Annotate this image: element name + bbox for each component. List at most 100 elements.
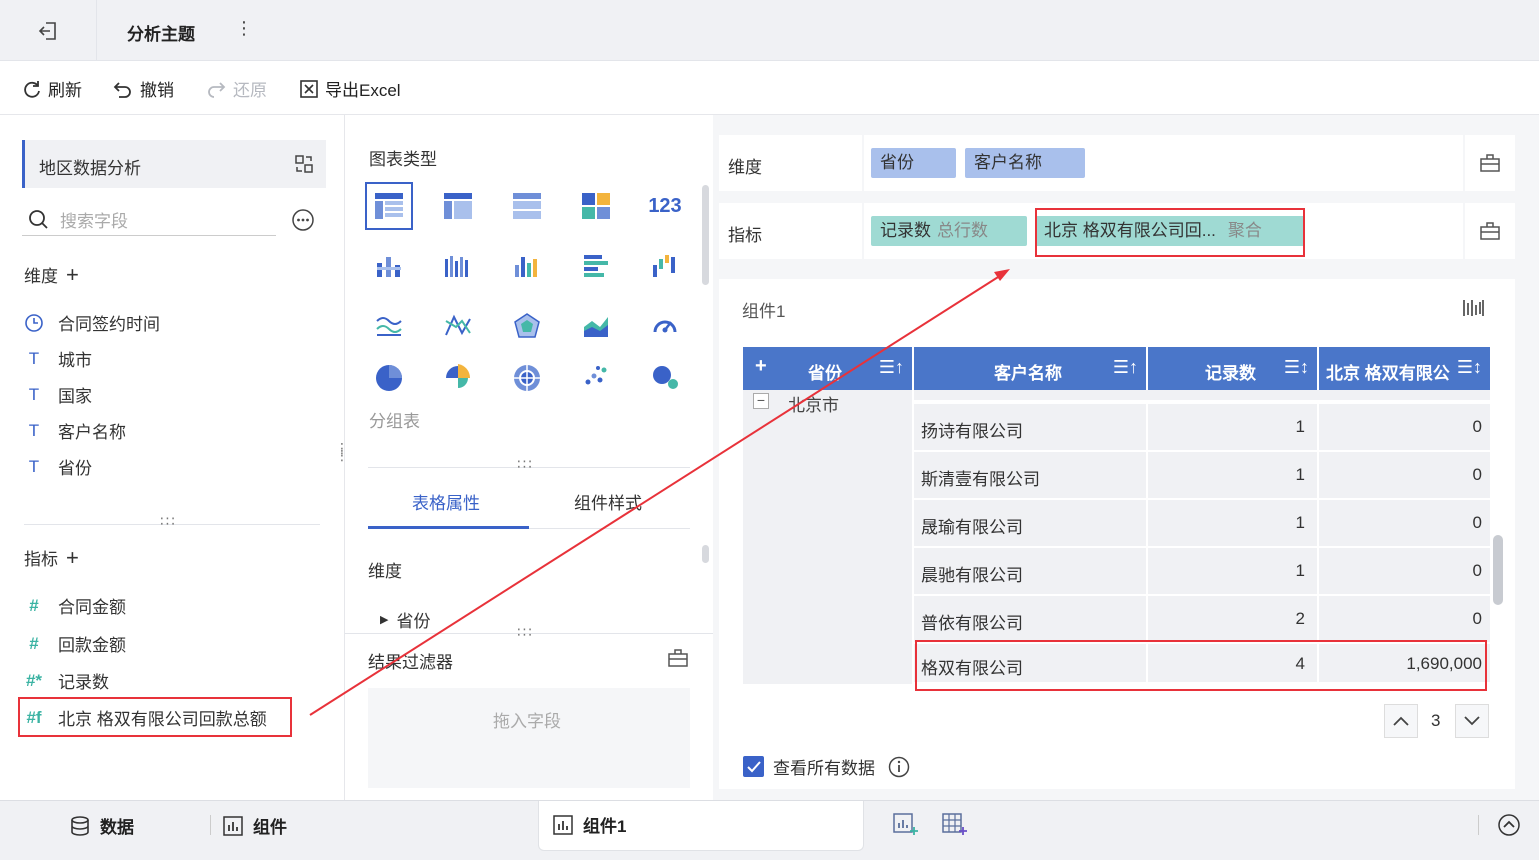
bubble-chart-icon[interactable] [641,362,689,392]
chart-switch-icon[interactable] [1462,298,1484,318]
table-scrollbar[interactable] [1493,535,1503,605]
column-header-record-count[interactable]: 记录数 ☰↕ [1148,347,1317,390]
scatter-chart-icon[interactable] [572,362,620,392]
field-customer-name[interactable]: T 客户名称 [24,418,126,443]
column-header-customer[interactable]: 客户名称 ☰↑ [914,347,1146,390]
collapse-icon[interactable]: − [753,393,769,409]
view-all-data-checkbox[interactable]: 查看所有数据 [743,754,910,779]
column-chart-icon[interactable] [503,242,551,290]
sunburst-chart-icon[interactable] [503,362,551,392]
data-tab[interactable]: 数据 [70,813,134,838]
table-cell: 1 [1148,500,1317,548]
drag-handle-icon[interactable]: ∶∶∶ [517,456,534,473]
more-icon[interactable]: ⋮ [235,18,253,39]
field-city[interactable]: T 城市 [24,346,92,371]
field-label: 省份 [58,459,92,478]
page-up-button[interactable] [1384,704,1418,738]
sort-icon[interactable]: ☰↕ [1284,357,1309,378]
detail-table-chart-icon[interactable] [503,182,551,230]
expand-all-icon[interactable]: + [755,355,767,378]
back-button[interactable] [0,0,97,61]
filter-settings-icon[interactable] [667,648,689,668]
properties-dimension-item[interactable]: ▶ 省份 [380,607,430,632]
gauge-chart-icon[interactable] [641,302,689,350]
chart-area: 维度 省份 客户名称 指标 记录数 总行数 北京 格双有限公司回... 聚合 组件1… [713,115,1539,800]
add-table-icon[interactable] [942,812,968,836]
add-dimension-icon[interactable]: + [66,263,79,285]
multi-column-chart-icon[interactable] [434,242,482,290]
dimension-chip-customer[interactable]: 客户名称 [965,148,1085,178]
field-contract-date[interactable]: 合同签约时间 [24,310,160,335]
number-chart-icon[interactable]: 123 [641,182,689,230]
info-icon[interactable] [888,756,910,778]
polyline-chart-icon[interactable] [434,302,482,350]
cross-table-chart-icon[interactable] [434,182,482,230]
column-header-beijing-payment[interactable]: 北京 格双有限公 ☰↕ [1319,347,1490,390]
column-header-province[interactable]: + 省份 ☰↑ [743,347,912,390]
export-label: 导出Excel [325,81,401,100]
chart-type-scrollbar[interactable] [702,185,709,285]
table-cell: 0 [1319,452,1490,500]
metric-header: 指标 + [24,545,79,570]
collapse-panel-icon[interactable] [1497,813,1521,837]
refresh-button[interactable]: 刷新 [20,76,82,101]
settings-box-icon [1480,154,1500,172]
drop-hint: 拖入字段 [493,712,561,731]
metric-chip-record-count[interactable]: 记录数 总行数 [871,216,1027,246]
field-province[interactable]: T 省份 [24,454,92,479]
header-label: 记录数 [1205,364,1256,383]
active-tab-indicator [368,526,529,529]
undo-button[interactable]: 撤销 [112,76,174,101]
metric-settings-button[interactable] [1463,203,1515,259]
field-record-count[interactable]: #* 记录数 [24,668,109,693]
pie-chart-icon[interactable] [365,362,413,392]
switch-dataset-icon[interactable] [294,154,314,174]
properties-scrollbar[interactable] [702,545,709,563]
drag-handle-icon[interactable]: ∶∶∶ [517,624,534,641]
filter-drop-zone[interactable]: 拖入字段 [368,688,690,788]
dimension-chip-province[interactable]: 省份 [871,148,956,178]
text-type-icon: T [28,348,40,368]
group-label: 北京市 [788,396,839,415]
rose-chart-icon[interactable] [434,362,482,392]
more-options-icon[interactable] [291,208,315,232]
stacked-column-chart-icon[interactable] [365,242,413,290]
field-country[interactable]: T 国家 [24,382,92,407]
number-type-icon: # [29,595,39,615]
kpi-card-chart-icon[interactable] [572,182,620,230]
line-chart-icon[interactable] [365,302,413,350]
component-tab-label: 组件 [253,818,287,837]
text-type-icon: T [28,420,40,440]
expand-triangle-icon: ▶ [380,614,389,626]
search-field[interactable]: 搜索字段 [22,203,276,236]
settings-box-icon [1480,222,1500,240]
table-cell: 1 [1148,404,1317,452]
redo-button[interactable]: 还原 [205,76,267,101]
tab-component-style[interactable]: 组件样式 [574,489,642,514]
group-table-chart-icon[interactable] [365,182,413,230]
sort-icon[interactable]: ☰↑ [879,357,904,378]
sort-icon[interactable]: ☰↕ [1456,357,1482,378]
field-contract-amount[interactable]: # 合同金额 [24,593,126,618]
sort-icon[interactable]: ☰↑ [1113,357,1138,378]
count-type-icon: #* [25,670,43,690]
component-tab[interactable]: 组件 [223,813,287,838]
page-down-button[interactable] [1455,704,1489,738]
add-component-icon[interactable] [893,812,919,836]
tab-table-properties[interactable]: 表格属性 [412,489,480,514]
export-excel-button[interactable]: 导出Excel [299,76,401,101]
dataset-selector[interactable]: 地区数据分析 [22,140,326,188]
bar-chart-icon[interactable] [572,242,620,290]
area-chart-icon[interactable] [572,302,620,350]
refresh-icon [24,80,40,98]
drag-handle-icon[interactable]: ∶∶∶ [160,513,177,530]
table-cell: 普依有限公司 [914,596,1146,644]
radar-chart-icon[interactable] [503,302,551,350]
field-label: 客户名称 [58,423,126,442]
waterfall-chart-icon[interactable] [641,242,689,290]
highlight-box [1035,208,1305,257]
dimension-settings-button[interactable] [1463,135,1515,191]
active-component-tab[interactable]: 组件1 [538,801,864,851]
field-payment-amount[interactable]: # 回款金额 [24,631,126,656]
add-metric-icon[interactable]: + [66,546,79,568]
